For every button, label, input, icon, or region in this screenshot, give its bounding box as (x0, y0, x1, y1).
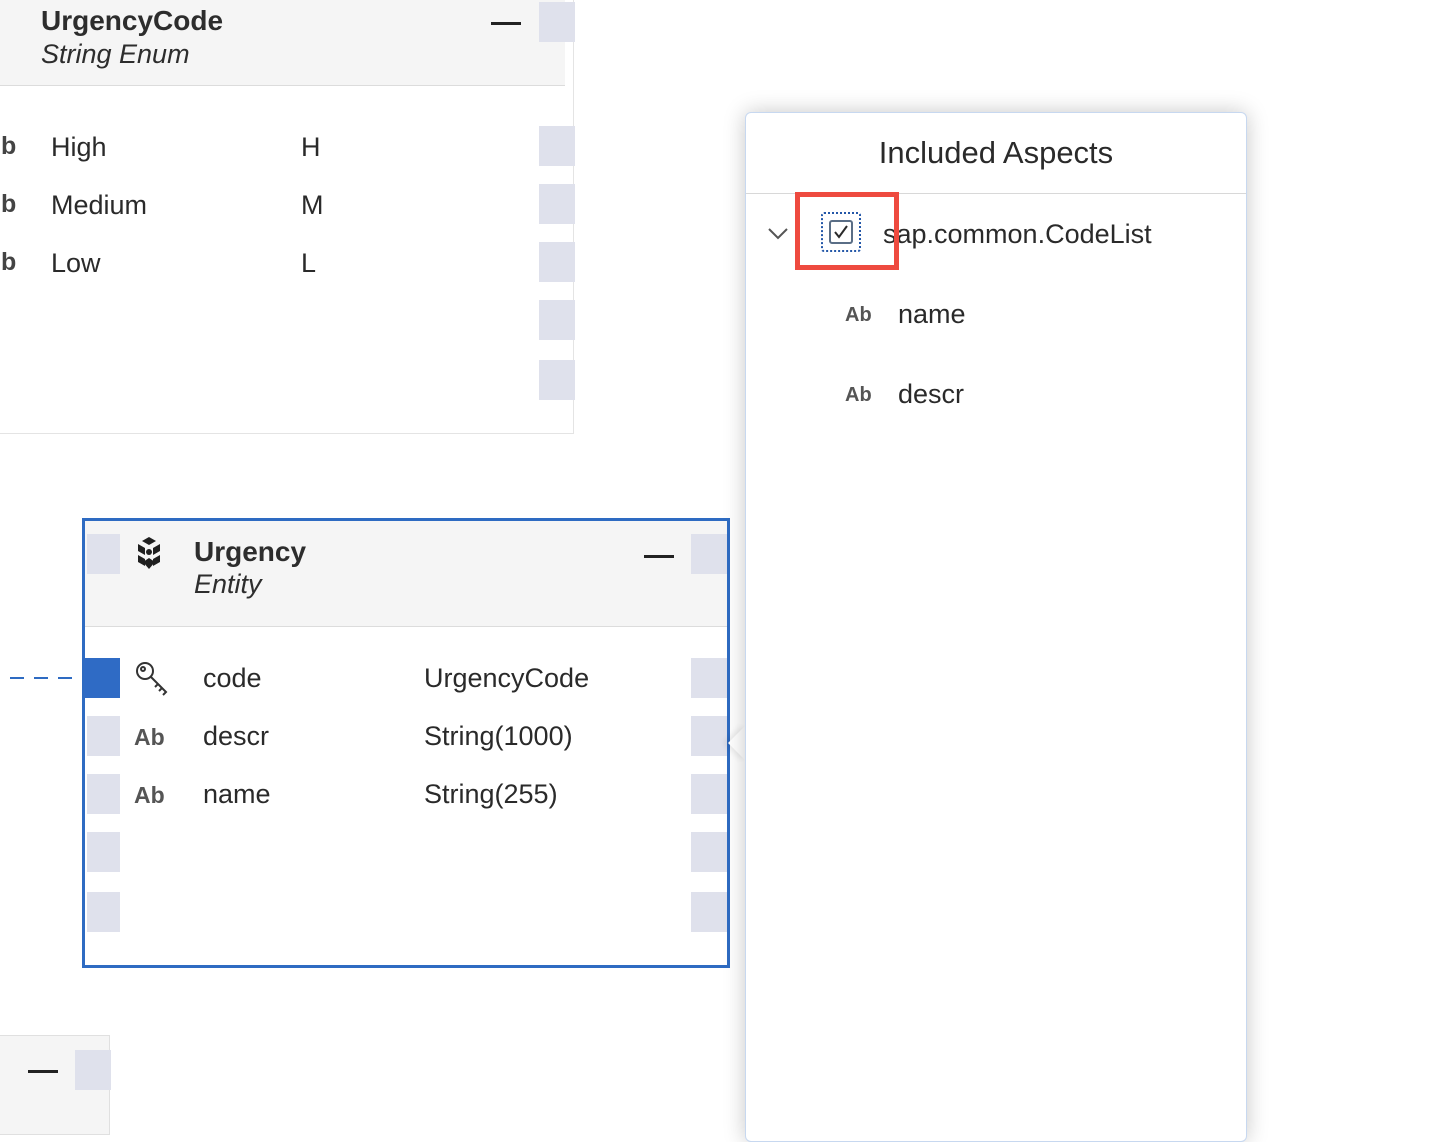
urgency-entity-card[interactable]: Urgency Entity code UrgencyCode Ab descr… (82, 518, 730, 968)
field-name[interactable]: code (203, 663, 262, 694)
field-name[interactable]: name (203, 779, 271, 810)
popover-title: Included Aspects (878, 135, 1114, 170)
field-type[interactable]: UrgencyCode (424, 663, 589, 694)
connection-port[interactable] (87, 774, 120, 814)
enum-value-name[interactable]: Low (51, 248, 101, 279)
partial-entity-card[interactable] (0, 1035, 111, 1135)
field-type[interactable]: String(255) (424, 779, 558, 810)
minimize-icon[interactable] (644, 555, 674, 558)
enum-card-header: ] UrgencyCode String Enum (0, 0, 575, 86)
connection-port[interactable] (87, 716, 120, 756)
connection-port[interactable] (539, 300, 575, 340)
string-type-icon: Ab (134, 782, 165, 808)
association-line (10, 677, 84, 679)
connection-port[interactable] (691, 832, 727, 872)
connection-port[interactable] (539, 184, 575, 224)
field-name[interactable]: descr (203, 721, 269, 752)
connection-port[interactable] (691, 534, 727, 574)
entity-card-header: Urgency Entity (85, 521, 727, 627)
aspect-name[interactable]: sap.common.CodeList (883, 219, 1152, 250)
row-type-icon: b (1, 132, 17, 160)
connection-port[interactable] (75, 1050, 111, 1090)
row-type-icon: b (1, 190, 17, 218)
minimize-icon[interactable] (491, 22, 521, 25)
enum-card-subtitle: String Enum (41, 39, 190, 69)
aspect-child-name[interactable]: descr (898, 379, 964, 410)
connection-port[interactable] (539, 242, 575, 282)
urgencycode-enum-card[interactable]: ] UrgencyCode String Enum b High H b Med… (0, 0, 575, 434)
field-type[interactable]: String(1000) (424, 721, 573, 752)
connection-port[interactable] (539, 360, 575, 400)
enum-card-title: UrgencyCode (41, 5, 224, 36)
connection-port[interactable] (87, 832, 120, 872)
row-type-icon: b (1, 248, 17, 276)
key-connection-port[interactable] (84, 658, 120, 698)
connection-port[interactable] (691, 774, 727, 814)
chevron-down-icon[interactable] (766, 223, 790, 243)
enum-value-name[interactable]: High (51, 132, 107, 163)
popover-header: Included Aspects (746, 113, 1246, 194)
key-icon (136, 662, 168, 696)
enum-value-name[interactable]: Medium (51, 190, 147, 221)
string-type-icon: Ab (134, 724, 165, 750)
connection-port[interactable] (539, 2, 575, 42)
enum-value-code[interactable]: M (301, 190, 324, 221)
connection-port[interactable] (691, 892, 727, 932)
string-type-icon: Ab (845, 304, 872, 326)
connection-port[interactable] (87, 892, 120, 932)
entity-icon (138, 537, 160, 569)
entity-card-subtitle: Entity (194, 569, 262, 599)
connection-port[interactable] (691, 716, 727, 756)
included-aspects-popover: Included Aspects sap.common.CodeList Ab … (745, 112, 1247, 1142)
string-type-icon: Ab (845, 384, 872, 406)
minimize-icon[interactable] (28, 1070, 58, 1073)
entity-type-icon: ] (0, 9, 2, 37)
aspect-child-name[interactable]: name (898, 299, 966, 330)
connection-port[interactable] (539, 126, 575, 166)
connection-port[interactable] (691, 658, 727, 698)
enum-value-code[interactable]: L (301, 248, 316, 279)
connection-port[interactable] (87, 534, 120, 574)
highlight-annotation (795, 192, 899, 270)
enum-value-code[interactable]: H (301, 132, 321, 163)
entity-card-title: Urgency (194, 536, 307, 567)
